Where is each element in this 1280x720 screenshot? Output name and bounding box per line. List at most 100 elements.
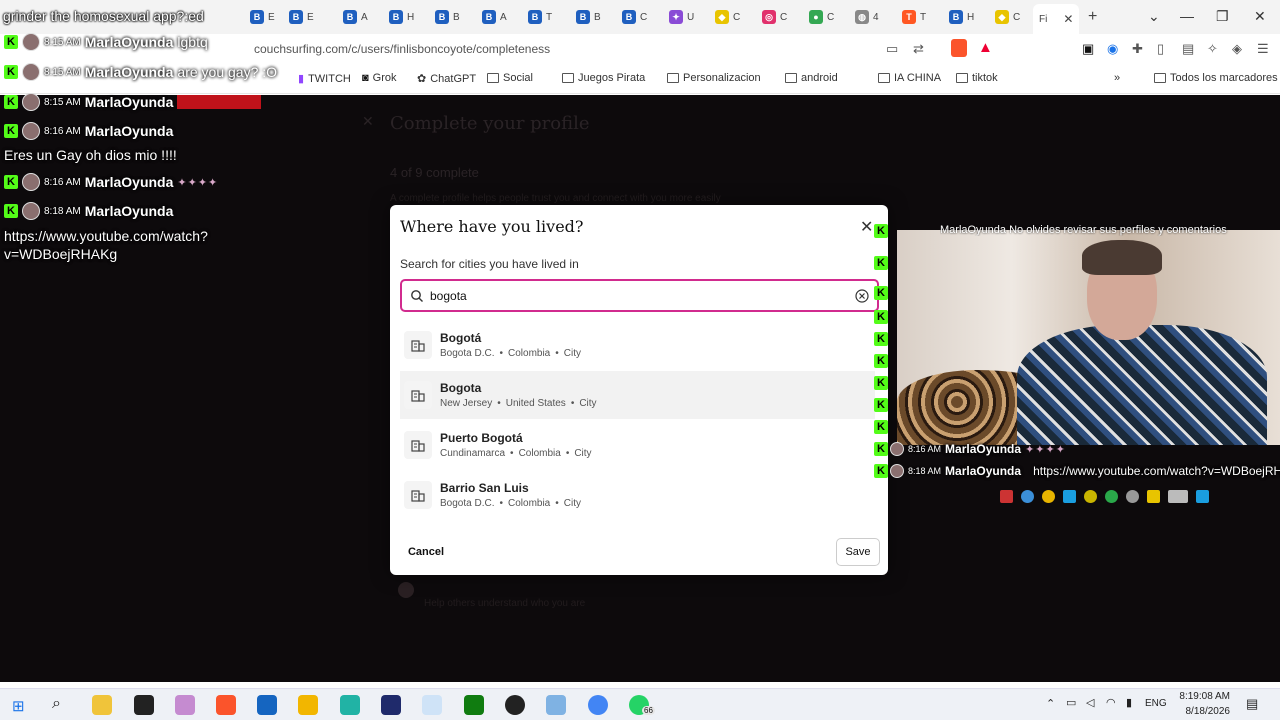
save-button[interactable]: Save — [836, 538, 880, 566]
translate-icon[interactable]: ⇄ — [913, 41, 924, 57]
search-icon[interactable]: ⌕ — [52, 695, 61, 713]
clock-date[interactable]: 8/18/2026 — [1178, 706, 1231, 717]
city-result[interactable]: Barrio San Luis Bogota D.C. • Colombia • City — [400, 471, 875, 519]
brave-icon[interactable] — [216, 695, 236, 715]
clock-time[interactable]: 8:19:08 AM — [1178, 691, 1230, 702]
app-icon[interactable] — [505, 695, 525, 715]
chat-user: MarlaOyunda — [84, 203, 174, 219]
app-icon[interactable] — [422, 695, 442, 715]
vpn-icon[interactable]: ◈ — [1232, 41, 1242, 57]
close-window-icon[interactable]: ✕ — [1254, 8, 1266, 25]
tab-2[interactable]: BE — [289, 6, 314, 28]
camera-icon[interactable]: ◉ — [1107, 41, 1118, 57]
result-meta: New Jersey • United States • City — [440, 398, 597, 409]
city-result[interactable]: Bogotá Bogota D.C. • Colombia • City — [400, 321, 875, 369]
broom-icon[interactable] — [1147, 490, 1160, 503]
city-search-input[interactable] — [430, 288, 850, 303]
bookmark-grok[interactable]: ◙ Grok — [362, 72, 397, 84]
xbox-icon[interactable] — [464, 695, 484, 715]
app-icon[interactable] — [175, 695, 195, 715]
search-box[interactable] — [400, 279, 879, 312]
brave-shield-icon[interactable] — [951, 39, 967, 57]
close-icon[interactable]: ✕ — [860, 217, 873, 237]
tab-14[interactable]: ◍ 4 — [855, 6, 879, 28]
speaker-icon[interactable] — [1196, 490, 1209, 503]
bookmark-ia-china[interactable]: IA CHINA — [878, 72, 941, 84]
tab-active[interactable]: Fi ✕ — [1033, 4, 1080, 34]
building-icon — [404, 381, 432, 409]
bookmarks-overflow[interactable]: » — [1114, 72, 1120, 84]
bookmark-android[interactable]: android — [785, 72, 838, 84]
tab-9[interactable]: BC — [622, 6, 647, 28]
folder-icon — [956, 73, 968, 83]
wallet-icon[interactable]: ▤ — [1182, 41, 1194, 57]
close-tab-icon[interactable]: ✕ — [1063, 12, 1073, 26]
tab-5[interactable]: BB — [435, 6, 460, 28]
tab-6[interactable]: BA — [482, 6, 507, 28]
tab-13[interactable]: ● C — [809, 6, 834, 28]
app-icon[interactable] — [340, 695, 360, 715]
bookmark-personalizacion[interactable]: Personalizacion — [667, 72, 761, 84]
notion-icon[interactable] — [134, 695, 154, 715]
tab-8[interactable]: BB — [576, 6, 601, 28]
url-field[interactable]: couchsurfing.com/c/users/finlisboncoyote… — [254, 42, 550, 56]
auto-icon[interactable] — [1168, 490, 1188, 503]
bookmark-social[interactable]: Social — [487, 72, 533, 84]
settings-icon[interactable] — [1126, 490, 1139, 503]
cast-icon[interactable]: ▭ — [886, 41, 898, 57]
plug-icon[interactable]: ▮ — [1126, 696, 1132, 709]
chat-message: lgbtq — [177, 34, 208, 50]
leo-icon[interactable]: ✧ — [1207, 41, 1218, 57]
maximize-icon[interactable]: ❐ — [1216, 8, 1229, 25]
tab-17[interactable]: ◆ C — [995, 6, 1020, 28]
bookmark-chatgpt[interactable]: ✿ ChatGPT — [417, 72, 476, 86]
minimize-icon[interactable]: — — [1180, 8, 1194, 24]
menu-icon[interactable]: ☰ — [1257, 41, 1269, 57]
emoji-icon[interactable] — [1084, 490, 1097, 503]
city-result[interactable]: Puerto Bogotá Cundinamarca • Colombia • City — [400, 421, 875, 469]
recycle-icon[interactable] — [1105, 490, 1118, 503]
language-indicator[interactable]: ENG — [1145, 698, 1167, 709]
notes-icon[interactable] — [298, 695, 318, 715]
notifications-icon[interactable]: ▤ — [1246, 696, 1258, 712]
chevron-down-icon[interactable]: ⌄ — [1148, 8, 1160, 25]
file-explorer-icon[interactable] — [92, 695, 112, 715]
all-bookmarks[interactable]: Todos los marcadores — [1154, 72, 1278, 84]
battery-icon[interactable]: ▭ — [1066, 696, 1076, 709]
bell-icon[interactable] — [1042, 490, 1055, 503]
tab-11[interactable]: ◆ C — [715, 6, 740, 28]
tab-1[interactable]: BE — [250, 6, 275, 28]
bookmark-tiktok[interactable]: tiktok — [956, 72, 998, 84]
pause-icon[interactable] — [1000, 490, 1013, 503]
volume-icon[interactable]: ◁ — [1086, 696, 1094, 709]
tab-3[interactable]: BA — [343, 6, 368, 28]
city-result[interactable]: Bogota New Jersey • United States • City — [400, 371, 875, 419]
tab-label: A — [500, 11, 507, 23]
brave-rewards-icon[interactable]: ▲ — [978, 39, 993, 56]
store-icon[interactable] — [257, 695, 277, 715]
chevron-up-icon[interactable]: ⌃ — [1046, 697, 1055, 710]
tab-16[interactable]: BH — [949, 6, 974, 28]
windows-start-icon[interactable]: ⊞ — [12, 697, 25, 715]
filter-icon[interactable] — [1063, 490, 1076, 503]
cancel-button[interactable]: Cancel — [400, 539, 452, 565]
tab-10[interactable]: ✦ U — [669, 6, 694, 28]
bookmark-juegos-pirata[interactable]: Juegos Pirata — [562, 72, 645, 84]
sidebar-icon[interactable]: ▯ — [1157, 41, 1164, 57]
tab-label: B — [453, 11, 460, 23]
chat-bubble-icon[interactable] — [1021, 490, 1034, 503]
extension-icon[interactable]: ▣ — [1082, 41, 1094, 57]
clear-search-icon[interactable] — [855, 289, 869, 303]
puzzle-icon[interactable]: ✚ — [1132, 41, 1143, 57]
tab-12[interactable]: ◎ C — [762, 6, 787, 28]
result-name: Barrio San Luis — [440, 481, 529, 495]
tab-4[interactable]: BH — [389, 6, 414, 28]
tab-15[interactable]: TT — [902, 6, 926, 28]
new-tab-button[interactable]: + — [1088, 6, 1097, 28]
wifi-icon[interactable]: ◠ — [1106, 696, 1116, 709]
app-icon[interactable] — [546, 695, 566, 715]
bookmark-twitch[interactable]: ▮ TWITCH — [298, 72, 351, 86]
chrome-icon[interactable] — [588, 695, 608, 715]
app-icon[interactable] — [381, 695, 401, 715]
tab-7[interactable]: BT — [528, 6, 552, 28]
